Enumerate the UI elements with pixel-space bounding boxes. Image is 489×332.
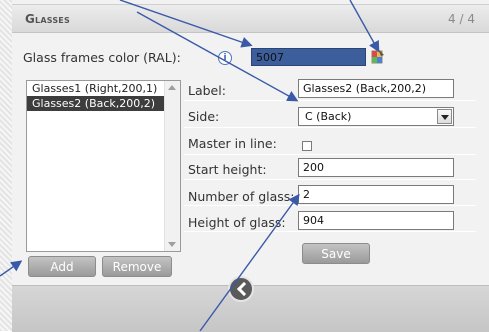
annotation-arrow	[136, 11, 299, 102]
annotation-arrow	[349, 0, 380, 53]
annotation-arrows	[0, 0, 380, 331]
annotation-arrow	[0, 260, 23, 277]
annotation-arrow	[199, 193, 300, 331]
